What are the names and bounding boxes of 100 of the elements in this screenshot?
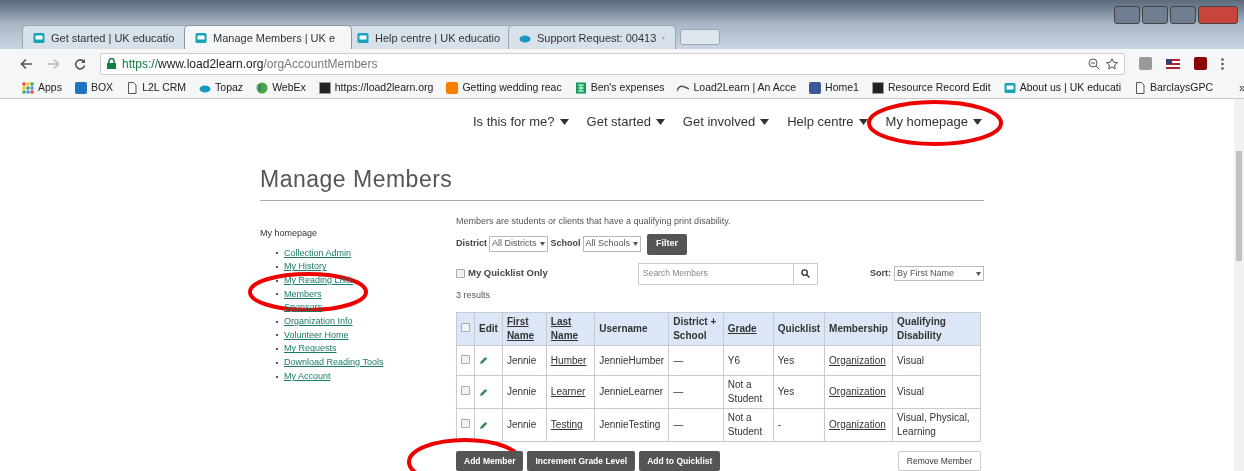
nav-menu-item[interactable]: Help centre <box>787 112 868 132</box>
school-select[interactable]: All Schools <box>582 236 642 252</box>
sidebar-link[interactable]: Volunteer Home <box>284 328 349 343</box>
box-logo-icon <box>74 82 87 94</box>
bookmark-label: Apps <box>38 80 62 96</box>
sidebar-link[interactable]: Download Reading Tools <box>284 356 384 370</box>
table-cell[interactable]: Humber <box>546 345 595 376</box>
column-header: Username <box>594 312 669 346</box>
pdf-extension-icon[interactable] <box>1194 57 1207 71</box>
results-count: 3 results <box>456 288 491 302</box>
table-cell: Jennie <box>502 345 547 376</box>
remove-member-button[interactable]: Remove Member <box>897 451 981 471</box>
pencil-icon[interactable] <box>479 356 488 365</box>
sidebar-link[interactable]: My Requests <box>284 342 337 356</box>
pencil-icon[interactable] <box>479 387 488 397</box>
table-cell[interactable]: Learner <box>546 375 595 409</box>
column-header[interactable]: Last Name <box>546 312 595 346</box>
padlock-icon <box>107 58 116 70</box>
table-cell: Jennie <box>502 408 547 442</box>
table-cell[interactable]: Testing <box>546 408 595 442</box>
bookmark-star-icon[interactable] <box>1106 57 1118 70</box>
pencil-icon[interactable] <box>479 420 488 430</box>
extension-icon[interactable] <box>1139 57 1152 71</box>
chat-bubble-icon <box>33 31 45 44</box>
nav-menu-item[interactable]: Get involved <box>682 112 770 132</box>
bookmark[interactable]: Apps <box>22 80 62 96</box>
checkbox[interactable] <box>461 354 470 364</box>
page-icon <box>126 82 139 94</box>
table-cell[interactable]: Organization <box>824 345 893 376</box>
search-field[interactable]: Search Members <box>638 262 794 285</box>
sidebar-link[interactable]: My History <box>284 260 327 274</box>
sidebar-link[interactable]: Organization Info <box>284 315 353 329</box>
action-button[interactable]: Add Member <box>456 451 524 471</box>
column-header: Quicklist <box>773 312 825 346</box>
browser-tab[interactable]: Manage Members | UK e <box>184 25 352 50</box>
column-header: Edit <box>474 312 503 346</box>
search-button[interactable] <box>794 262 818 285</box>
bookmark-label: WebEx <box>272 80 306 96</box>
column-header: Membership <box>824 312 893 346</box>
intro-text: Members are students or clients that have a qualifying print disability. <box>456 215 732 228</box>
browser-tab[interactable]: Support Request: 00413 <box>508 25 676 50</box>
table-cell: Yes <box>773 345 825 376</box>
spreadsheet-icon <box>574 82 587 94</box>
zoom-out-icon[interactable] <box>1088 57 1100 70</box>
sidebar-link[interactable]: Members <box>284 287 322 302</box>
caret-icon <box>973 118 982 125</box>
bookmark[interactable]: BOX <box>74 80 114 96</box>
nav-menu-item[interactable]: Get started <box>586 112 665 132</box>
restore-window-button[interactable] <box>1114 6 1140 24</box>
table-cell: Y6 <box>723 345 774 376</box>
blog-logo-icon <box>446 82 459 94</box>
column-header[interactable]: Grade <box>723 312 774 346</box>
district-select[interactable]: All Districts <box>489 236 548 252</box>
table-cell[interactable]: Organization <box>824 408 893 442</box>
checkbox[interactable] <box>461 323 470 332</box>
tab-title: Help centre | UK educatio <box>375 30 501 46</box>
bookmark[interactable]: Home1 <box>809 80 859 96</box>
checkbox[interactable] <box>461 386 470 395</box>
bookmark-label: BarclaysGPC <box>1150 80 1213 96</box>
back-icon[interactable] <box>20 57 33 70</box>
table-cell: Visual, Physical, Learning <box>892 408 981 442</box>
sidebar-link[interactable]: Collection Admin <box>284 246 352 261</box>
bookmark[interactable]: BarclaysGPC <box>1134 80 1213 96</box>
forward-icon[interactable] <box>47 57 60 70</box>
menu-icon[interactable] <box>1221 57 1224 70</box>
caret-icon <box>858 118 868 125</box>
sidebar-link[interactable]: My Account <box>284 369 331 384</box>
table-cell: Yes <box>773 375 825 409</box>
checkbox[interactable] <box>461 419 470 428</box>
page-title: Manage Members <box>260 164 454 194</box>
wave-logo-icon <box>677 82 690 94</box>
reload-icon[interactable] <box>74 57 86 70</box>
bookmark[interactable]: Topaz <box>199 80 244 96</box>
action-button[interactable]: Increment Grade Level <box>527 451 636 471</box>
minimize-button[interactable] <box>1142 6 1168 24</box>
bookmark[interactable]: WebEx <box>256 80 306 96</box>
table-cell: JennieHumber <box>594 345 669 376</box>
bookmark[interactable]: L2L CRM <box>126 80 187 96</box>
bookmark[interactable]: Ben's expenses <box>574 80 665 96</box>
flag-icon[interactable] <box>1166 58 1180 69</box>
column-header[interactable]: First Name <box>502 312 547 346</box>
filter-label: School <box>550 237 581 251</box>
checkbox[interactable] <box>456 269 465 278</box>
scrollbar[interactable] <box>1234 99 1244 471</box>
chat-bubble-icon <box>1003 82 1016 94</box>
table-cell[interactable]: Organization <box>824 375 893 409</box>
table-cell: — <box>668 408 724 442</box>
action-button[interactable]: Add to Quicklist <box>639 451 721 471</box>
address-bar[interactable]: https://www.load2learn.org/orgAccountMembers <box>100 52 1125 75</box>
apps-grid-icon <box>22 82 34 94</box>
nav-menu-item[interactable]: Is this for me? <box>472 112 569 132</box>
table-cell: Visual <box>892 375 981 409</box>
new-tab-button[interactable] <box>680 29 720 46</box>
filter-button[interactable]: Filter <box>647 233 688 255</box>
scrollbar-thumb[interactable] <box>1236 151 1242 261</box>
maximize-button[interactable] <box>1170 6 1196 24</box>
close-window-button[interactable] <box>1198 6 1238 24</box>
sort-select[interactable]: By First Name <box>894 265 984 282</box>
logo-square-icon <box>871 82 884 94</box>
table-cell: Visual <box>892 345 981 376</box>
